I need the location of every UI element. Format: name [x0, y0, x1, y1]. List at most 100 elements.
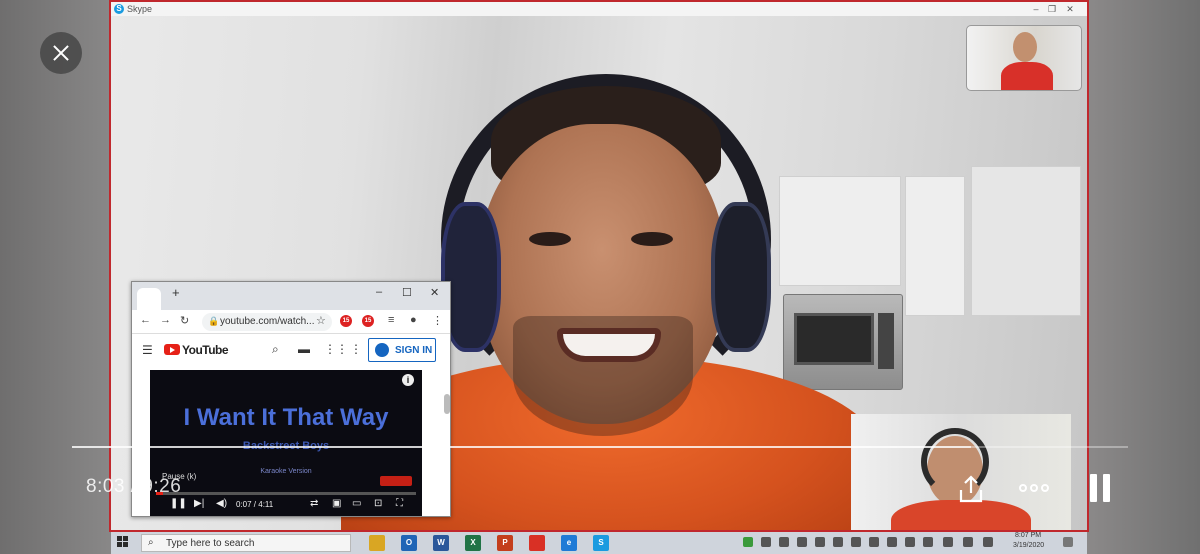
kitchen-cabinet: [905, 176, 965, 316]
current-time: 8:03: [86, 476, 125, 497]
info-icon[interactable]: i: [402, 374, 414, 386]
tray-app-icon[interactable]: [815, 537, 825, 547]
time-separator: /: [124, 476, 143, 497]
skype-window-title: Skype: [127, 4, 153, 14]
youtube-player[interactable]: i I Want It That Way Backstreet Boys Kar…: [150, 370, 422, 516]
caller-smile: [557, 328, 661, 362]
sign-in-button[interactable]: SIGN IN: [368, 338, 436, 362]
close-window-icon[interactable]: ✕: [1063, 3, 1077, 15]
tray-app-icon[interactable]: [923, 537, 933, 547]
close-icon[interactable]: [40, 32, 82, 74]
miniplayer-icon[interactable]: ▣: [332, 498, 341, 509]
taskbar-app-powerpoint-icon[interactable]: P: [497, 535, 513, 551]
close-icon[interactable]: ✕: [430, 286, 439, 299]
tray-app-icon[interactable]: [743, 537, 753, 547]
network-icon[interactable]: [963, 537, 973, 547]
pause-icon[interactable]: ❚❚: [170, 498, 187, 509]
cast-icon[interactable]: ⊡: [374, 498, 382, 509]
new-tab-button[interactable]: +: [172, 285, 180, 300]
scrollbar-thumb[interactable]: [444, 394, 450, 414]
song-title: I Want It That Way: [183, 404, 389, 431]
fullscreen-icon[interactable]: ⛶: [396, 498, 403, 509]
taskbar-app-edge-icon[interactable]: e: [561, 535, 577, 551]
participant-thumbnail[interactable]: [851, 414, 1071, 530]
profile-icon[interactable]: ●: [410, 314, 417, 326]
tray-app-icon[interactable]: [983, 537, 993, 547]
pause-icon[interactable]: [1088, 474, 1112, 502]
notifications-icon[interactable]: [1063, 537, 1073, 547]
minimize-icon[interactable]: –: [376, 286, 382, 298]
self-view-thumbnail[interactable]: [966, 25, 1082, 91]
video-progress-bar[interactable]: [156, 492, 416, 495]
playback-scrubber-fill: [72, 446, 971, 448]
skype-titlebar: S Skype – ❐ ✕: [111, 0, 1087, 16]
taskbar-app-file-explorer-icon[interactable]: [369, 535, 385, 551]
taskbar-clock-date[interactable]: 3/19/2020: [1013, 542, 1044, 549]
tray-app-icon[interactable]: [833, 537, 843, 547]
chrome-menu-icon[interactable]: ⋮: [432, 314, 443, 327]
taskbar-clock-time[interactable]: 8:07 PM: [1015, 532, 1041, 539]
extension-icon[interactable]: 15: [340, 315, 352, 327]
apps-grid-icon[interactable]: ⋮⋮: [324, 342, 348, 356]
share-icon[interactable]: [956, 474, 986, 504]
lock-icon: 🔒: [208, 316, 220, 326]
windows-start-icon[interactable]: [117, 536, 129, 548]
account-icon: [375, 343, 389, 357]
more-options-icon[interactable]: [1019, 480, 1051, 496]
search-icon[interactable]: ⌕: [272, 342, 279, 357]
chrome-toolbar: ← → ↻ 🔒 youtube.com/watch... ☆ 15 15 ≡ ●…: [132, 310, 450, 334]
maximize-icon[interactable]: ☐: [402, 286, 412, 299]
youtube-header: ☰ YouTube ⌕ ▬ ⋮⋮ ⋮ SIGN IN: [132, 334, 450, 414]
minimize-icon[interactable]: –: [1029, 3, 1043, 15]
self-view-face: [1013, 32, 1037, 62]
playlist-icon[interactable]: ≡: [388, 314, 394, 326]
self-view-shirt: [1001, 62, 1053, 90]
sign-in-label: SIGN IN: [395, 345, 433, 356]
maximize-icon[interactable]: ❐: [1045, 3, 1059, 15]
tray-app-icon[interactable]: [779, 537, 789, 547]
bookmark-star-icon[interactable]: ☆: [316, 314, 326, 327]
more-options-icon[interactable]: ⋮: [350, 342, 362, 356]
taskbar-search[interactable]: ⌕ Type here to search: [141, 534, 351, 552]
forward-icon[interactable]: →: [160, 314, 171, 326]
tray-app-icon[interactable]: [761, 537, 771, 547]
extension-icon[interactable]: 15: [362, 315, 374, 327]
taskbar-app-skype-icon[interactable]: S: [593, 535, 609, 551]
taskbar-search-placeholder: Type here to search: [166, 538, 255, 549]
address-bar[interactable]: 🔒 youtube.com/watch...: [202, 313, 332, 331]
subscribe-badge[interactable]: [380, 476, 412, 486]
theater-mode-icon[interactable]: ▭: [352, 498, 361, 509]
tray-app-icon[interactable]: [851, 537, 861, 547]
taskbar-app-chrome-icon[interactable]: [529, 535, 545, 551]
youtube-logo-icon[interactable]: [164, 344, 180, 355]
taskbar-app-word-icon[interactable]: W: [433, 535, 449, 551]
volume-icon[interactable]: [943, 537, 953, 547]
browser-tab[interactable]: [137, 288, 161, 310]
address-url: youtube.com/watch...: [220, 316, 315, 327]
tray-app-icon[interactable]: [905, 537, 915, 547]
back-icon[interactable]: ←: [140, 314, 151, 326]
chrome-tabbar: + – ☐ ✕: [132, 282, 450, 310]
volume-icon[interactable]: ◀): [216, 498, 227, 509]
playback-time: 8:03 / 9:26: [86, 476, 181, 498]
playback-scrubber[interactable]: [72, 446, 1128, 448]
taskbar-app-outlook-icon[interactable]: O: [401, 535, 417, 551]
video-player: S Skype – ❐ ✕ + – ☐ ✕ ← → ↻ 🔒 youtube.co…: [0, 0, 1200, 554]
reload-icon[interactable]: ↻: [180, 314, 189, 327]
hamburger-menu-icon[interactable]: ☰: [142, 343, 153, 357]
microwave-door: [794, 313, 874, 365]
video-time: 0:07 / 4:11: [236, 500, 274, 509]
tray-app-icon[interactable]: [869, 537, 879, 547]
youtube-logo-text[interactable]: YouTube: [182, 343, 229, 357]
video-camera-icon[interactable]: ▬: [298, 342, 310, 356]
windows-taskbar: ⌕ Type here to search OWXPeS 8:07 PM 3/1…: [111, 532, 1087, 554]
microphone-icon[interactable]: [887, 537, 897, 547]
duration: 9:26: [142, 476, 182, 497]
taskbar-app-excel-icon[interactable]: X: [465, 535, 481, 551]
tray-app-icon[interactable]: [797, 537, 807, 547]
next-icon[interactable]: ▶|: [194, 498, 204, 509]
caller-eye: [529, 232, 571, 246]
headphone-earcup: [711, 202, 771, 352]
search-icon: ⌕: [148, 537, 154, 548]
autoplay-toggle-icon[interactable]: ⇄: [310, 498, 318, 509]
